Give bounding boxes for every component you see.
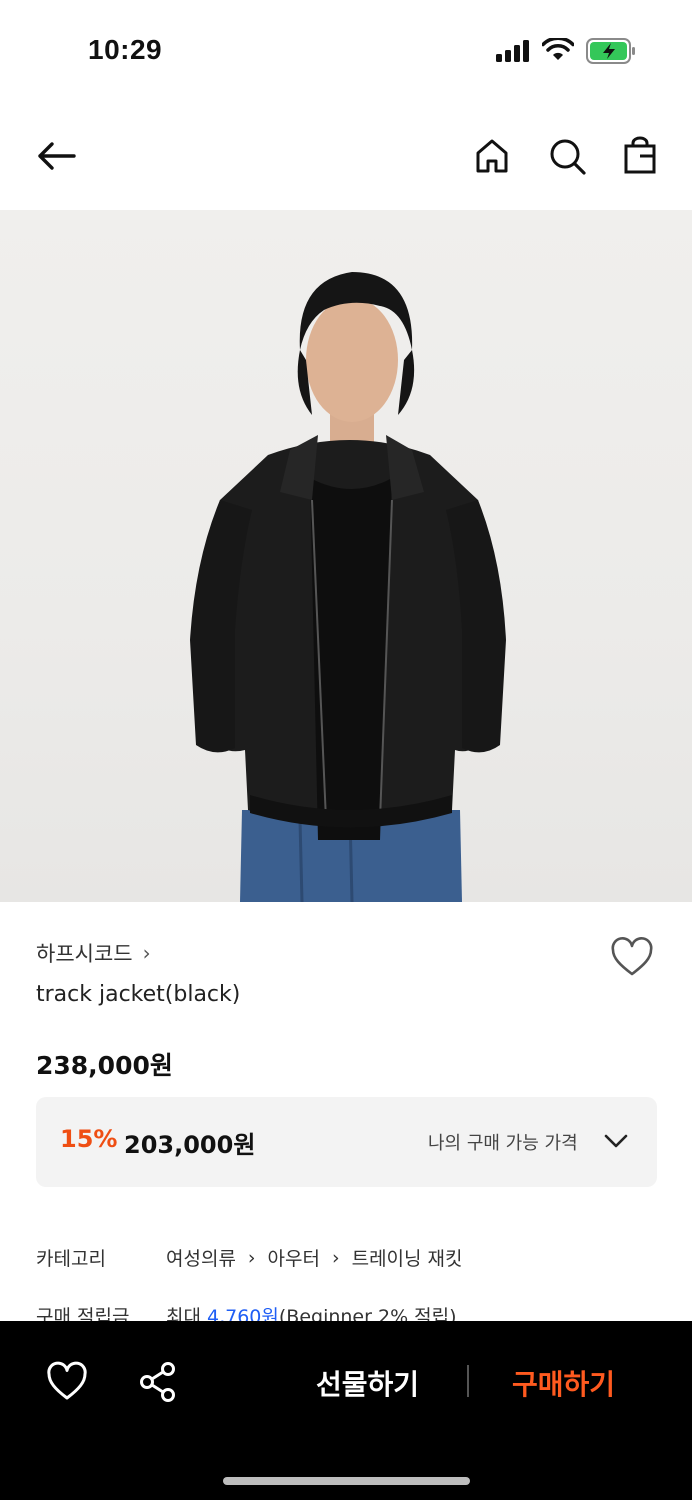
chevron-right-icon: › bbox=[331, 1246, 340, 1269]
divider bbox=[467, 1365, 469, 1397]
product-photo bbox=[190, 272, 506, 902]
category-item[interactable]: 트레이닝 재킷 bbox=[352, 1244, 463, 1271]
search-icon bbox=[550, 139, 586, 175]
heart-icon[interactable] bbox=[610, 936, 654, 980]
brand-link[interactable]: 하프시코드 › bbox=[36, 938, 151, 968]
home-indicator bbox=[223, 1477, 470, 1485]
buy-button[interactable]: 구매하기 bbox=[512, 1363, 615, 1403]
bottom-action-bar: 선물하기 구매하기 bbox=[0, 1321, 692, 1500]
heart-icon[interactable] bbox=[46, 1361, 88, 1403]
brand-name: 하프시코드 bbox=[36, 942, 133, 966]
signal-icon bbox=[496, 40, 529, 62]
category-item[interactable]: 여성의류 bbox=[166, 1244, 236, 1271]
arrow-left-icon bbox=[38, 142, 76, 170]
back-button[interactable] bbox=[34, 134, 78, 178]
discount-price: 203,000원 bbox=[124, 1131, 256, 1159]
chevron-right-icon: › bbox=[247, 1246, 256, 1269]
chevron-down-icon bbox=[604, 1134, 628, 1148]
shopping-bag-icon bbox=[624, 136, 656, 174]
product-image[interactable] bbox=[0, 210, 692, 902]
status-bar: 10:29 bbox=[0, 0, 692, 100]
home-button[interactable] bbox=[470, 134, 514, 178]
my-price-label: 나의 구매 가능 가격 bbox=[428, 1133, 578, 1154]
gift-button[interactable]: 선물하기 bbox=[316, 1363, 419, 1403]
chevron-right-icon: › bbox=[142, 941, 151, 965]
category-row: 카테고리 여성의류 › 아우터 › 트레이닝 재킷 bbox=[36, 1244, 463, 1271]
wifi-icon bbox=[542, 38, 574, 60]
status-time: 10:29 bbox=[88, 34, 163, 65]
home-icon bbox=[476, 139, 508, 173]
category-path: 여성의류 › 아우터 › 트레이닝 재킷 bbox=[166, 1244, 463, 1271]
battery-icon bbox=[586, 38, 635, 64]
product-title: track jacket(black) bbox=[36, 982, 241, 1007]
search-button[interactable] bbox=[545, 134, 589, 178]
discount-panel[interactable]: 15% 203,000원 나의 구매 가능 가격 bbox=[36, 1097, 657, 1187]
discount-rate: 15% bbox=[60, 1125, 118, 1153]
original-price: 238,000원 bbox=[36, 1051, 173, 1080]
share-icon[interactable] bbox=[138, 1361, 178, 1403]
category-item[interactable]: 아우터 bbox=[268, 1244, 320, 1271]
nav-bar bbox=[0, 110, 692, 206]
category-label: 카테고리 bbox=[36, 1248, 106, 1270]
cart-button[interactable] bbox=[618, 134, 662, 178]
